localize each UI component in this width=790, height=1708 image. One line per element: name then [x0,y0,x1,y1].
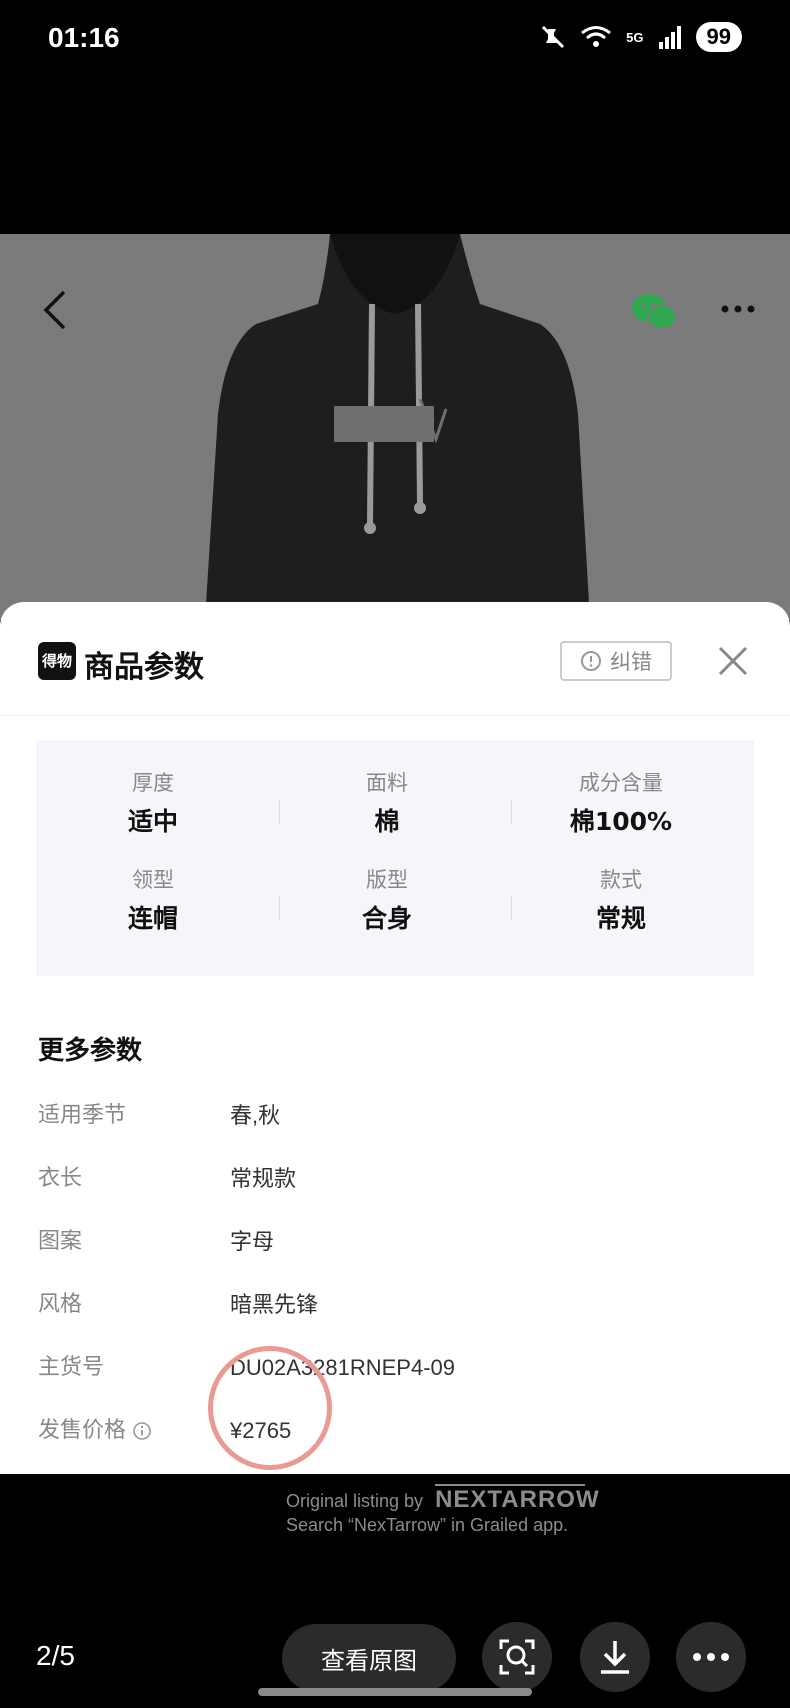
back-icon[interactable] [40,288,68,332]
attribute-label: 厚度 [132,771,174,795]
param-value: 春,秋 [230,1103,281,1128]
attribute-label: 成分含量 [579,771,663,795]
param-key: 图案 [38,1229,83,1254]
report-error-label: 纠错 [610,650,652,674]
attribute-cell: 厚度 适中 [36,768,270,838]
more-options-icon[interactable] [720,304,756,314]
param-key-with-info: 发售价格 [38,1414,152,1448]
param-row: 发售价格 ¥2765 [38,1414,738,1448]
watermark-brand: NEXTARROW [435,1484,600,1513]
watermark-line2: Search “NexTarrow” in Grailed app. [286,1515,569,1535]
mute-icon [542,25,565,49]
attribute-value: 合身 [361,904,412,933]
watermark: Original listing by NEXTARROW Search “Nex… [286,1484,600,1537]
product-params-sheet: 得物 商品参数 纠错 厚度 适中 面料 棉 成分含量 棉100% 领型 连帽 版… [0,602,790,1474]
attribute-cell: 面料 棉 [270,768,504,838]
attribute-label: 面料 [366,771,408,795]
info-alert-icon [581,651,601,671]
report-error-button[interactable]: 纠错 [560,641,672,681]
watermark-line1: Original listing by NEXTARROW [286,1484,600,1513]
attribute-value: 棉100% [569,807,673,836]
image-search-button[interactable] [482,1622,552,1692]
more-actions-button[interactable] [676,1622,746,1692]
param-row: 风格 暗黑先锋 [38,1288,738,1322]
info-icon[interactable] [132,1421,152,1441]
param-value: 常规款 [230,1166,297,1191]
attribute-label: 款式 [600,868,642,892]
view-original-button[interactable]: 查看原图 [282,1624,456,1692]
attribute-value: 常规 [595,904,646,933]
divider [279,800,280,824]
battery-indicator: 99 [695,22,742,52]
sheet-header: 得物 商品参数 纠错 [0,602,790,716]
param-row: 主货号 DU02A3281RNEP4-09 [38,1351,738,1385]
scan-search-icon [499,1639,535,1675]
divider [511,896,512,920]
more-params-title: 更多参数 [38,1036,143,1066]
param-key: 衣长 [38,1166,83,1191]
product-photo[interactable] [0,234,790,620]
sheet-title: 商品参数 [84,650,204,685]
attribute-value: 棉 [374,807,400,836]
attribute-cell: 领型 连帽 [36,865,270,935]
param-key: 风格 [38,1292,83,1317]
highlight-circle [208,1346,332,1470]
network-type: 5G [626,29,644,45]
attribute-cell: 款式 常规 [504,865,738,935]
attribute-cell: 版型 合身 [270,865,504,935]
attribute-grid: 厚度 适中 面料 棉 成分含量 棉100% 领型 连帽 版型 合身 款式 常规 [36,740,754,976]
status-bar: 01:16 5G 99 [0,0,790,80]
attribute-cell: 成分含量 棉100% [504,768,738,838]
param-key: 适用季节 [38,1103,127,1128]
param-value: 字母 [230,1229,275,1254]
status-time: 01:16 [48,22,120,53]
attribute-label: 领型 [132,868,174,892]
wifi-icon [581,26,612,47]
signal-icon [658,26,681,49]
attribute-value: 连帽 [127,904,178,933]
status-icons: 5G 99 [540,22,742,52]
attribute-label: 版型 [366,868,408,892]
watermark-text: Original listing by [286,1491,424,1511]
param-key: 发售价格 [38,1418,127,1443]
view-original-label: 查看原图 [321,1646,417,1675]
home-indicator[interactable] [258,1688,532,1696]
app-logo: 得物 [38,642,76,680]
param-row: 适用季节 春,秋 [38,1099,738,1133]
close-icon[interactable] [716,644,750,678]
download-icon [601,1641,629,1674]
image-counter: 2/5 [36,1640,75,1671]
divider [279,896,280,920]
download-button[interactable] [580,1622,650,1692]
param-row: 图案 字母 [38,1225,738,1259]
param-key: 主货号 [38,1355,105,1380]
wechat-share-icon[interactable] [630,292,678,332]
param-row: 衣长 常规款 [38,1162,738,1196]
param-value: 暗黑先锋 [230,1292,319,1317]
divider [511,800,512,824]
attribute-value: 适中 [127,807,178,836]
more-icon [693,1653,729,1661]
